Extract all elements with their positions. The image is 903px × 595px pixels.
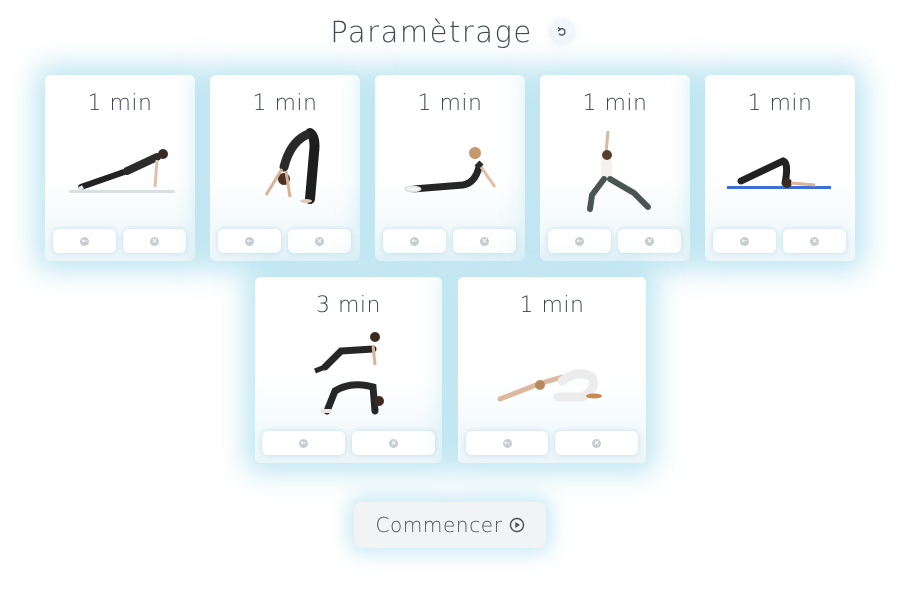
exercise-duration: 1 min: [417, 91, 483, 116]
start-button[interactable]: Commencer: [354, 502, 546, 548]
warrior-pose-image: [587, 130, 651, 212]
close-icon: ×: [810, 236, 819, 246]
plank-pose-image: [69, 149, 175, 193]
undo-icon: [557, 27, 566, 36]
arrow-left-icon: ←: [502, 438, 512, 448]
arrow-left-icon: ←: [575, 236, 584, 246]
remove-button[interactable]: ×: [123, 229, 186, 253]
exercise-card: 1 min ← ×: [210, 75, 360, 261]
move-left-button[interactable]: ←: [262, 431, 345, 455]
cobra-pose-image: [404, 147, 497, 193]
close-icon: ×: [645, 236, 654, 246]
remove-button[interactable]: ×: [783, 229, 846, 253]
exercise-card: 1 min ← ×: [705, 75, 855, 261]
close-icon: ×: [592, 438, 601, 448]
move-left-button[interactable]: ←: [466, 431, 548, 455]
exercise-duration: 1 min: [519, 293, 585, 318]
page-title: Paramètrage: [330, 15, 533, 49]
exercise-card: 3 min ← ×: [255, 277, 442, 463]
remove-button[interactable]: ×: [453, 229, 516, 253]
forward-bend-pose-image: [264, 128, 320, 204]
move-left-button[interactable]: ←: [383, 229, 446, 253]
move-left-button[interactable]: ←: [53, 229, 116, 253]
arrow-left-icon: ←: [245, 236, 254, 246]
exercise-duration: 1 min: [87, 91, 153, 116]
exercise-card: 1 min ← ×: [458, 277, 646, 463]
close-icon: ×: [480, 236, 489, 246]
play-circle-icon: [509, 517, 524, 533]
remove-button[interactable]: ×: [618, 229, 681, 253]
remove-button[interactable]: ×: [555, 431, 638, 455]
exercise-duration: 1 min: [582, 91, 648, 116]
move-left-button[interactable]: ←: [548, 229, 611, 253]
arrow-left-icon: ←: [299, 438, 308, 448]
exercise-duration: 1 min: [747, 91, 813, 116]
remove-button[interactable]: ×: [288, 229, 351, 253]
plough-pose-image: [727, 157, 831, 189]
exercise-duration: 3 min: [316, 293, 381, 318]
remove-button[interactable]: ×: [352, 431, 435, 455]
arrow-left-icon: ←: [740, 236, 749, 246]
exercise-card: 1 min ← ×: [375, 75, 525, 261]
close-icon: ×: [315, 236, 324, 246]
start-button-label: Commencer: [375, 513, 503, 537]
close-icon: ×: [389, 438, 398, 448]
exercise-card: 1 min ← ×: [45, 75, 195, 261]
child-pose-image: [497, 369, 602, 402]
close-icon: ×: [150, 236, 159, 246]
reset-button[interactable]: [550, 21, 573, 43]
arrow-left-icon: ←: [410, 236, 419, 246]
move-left-button[interactable]: ←: [218, 229, 281, 253]
move-left-button[interactable]: ←: [713, 229, 776, 253]
cat-cow-pose-image: [314, 332, 384, 415]
header: Paramètrage: [0, 12, 903, 52]
arrow-left-icon: ←: [80, 236, 89, 246]
exercise-card: 1 min ← ×: [540, 75, 690, 261]
exercise-duration: 1 min: [252, 91, 318, 116]
